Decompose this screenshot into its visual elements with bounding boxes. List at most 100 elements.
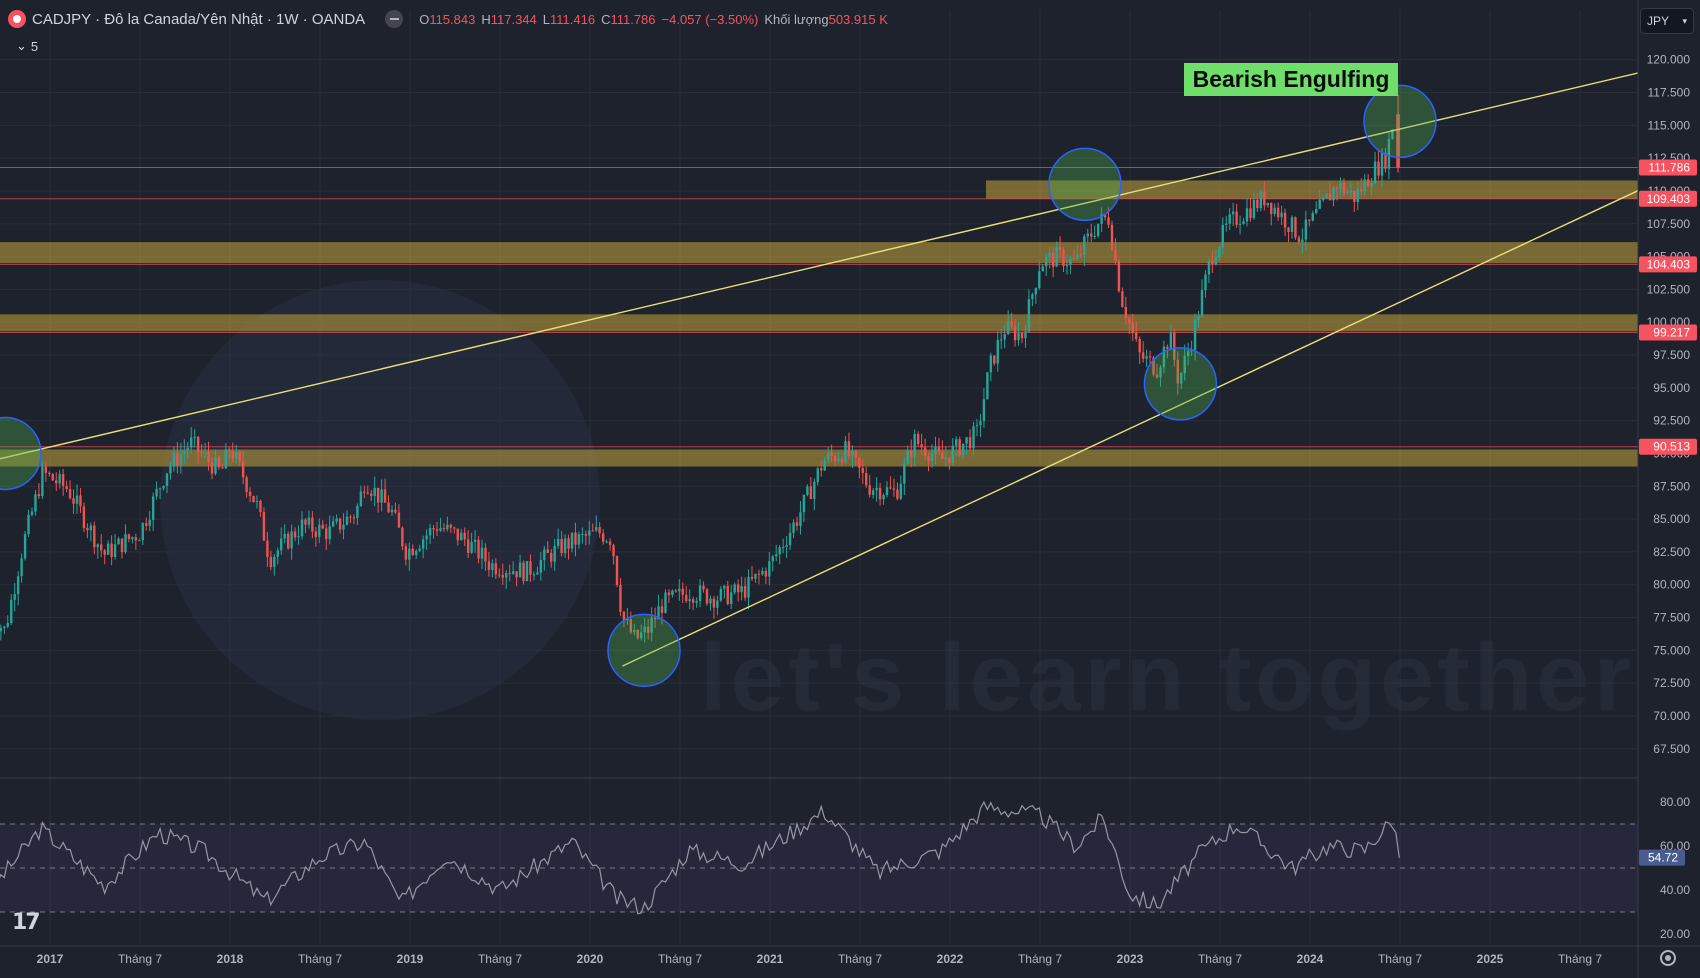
candle-body (660, 606, 664, 613)
candle-body (1062, 249, 1065, 267)
candle-body (1197, 316, 1200, 320)
y-tick-label: 92.500 (1653, 414, 1690, 428)
candle-body (1231, 211, 1235, 215)
settings-gear-icon[interactable] (1660, 950, 1676, 966)
highlight-circle (1363, 84, 1437, 159)
candle-body (1093, 235, 1096, 237)
candle-body (480, 547, 484, 559)
candle-body (79, 495, 82, 507)
chart-canvas[interactable]: let's learn together 120.000 117.500 115.00… (0, 0, 1700, 978)
symbol-logo-icon[interactable] (8, 10, 26, 28)
candle-body (1166, 346, 1169, 349)
candle-body (1301, 239, 1304, 242)
candle-body (1041, 266, 1044, 272)
candle-body (106, 543, 110, 555)
candle-body (854, 450, 858, 458)
candle-body (41, 466, 44, 497)
candle-body (830, 452, 833, 456)
candle-body (37, 494, 41, 497)
candle-body (681, 588, 684, 595)
candle-body (875, 487, 878, 491)
candle-body (910, 450, 913, 457)
symbol-title[interactable]: CADJPY · Đô la Canada/Yên Nhật · 1W · OA… (32, 11, 365, 28)
candle-body (1221, 224, 1224, 248)
candle-body (221, 467, 224, 469)
candle-body (318, 524, 321, 537)
candle-body (113, 544, 117, 558)
candle-body (955, 439, 958, 446)
candle-body (851, 450, 854, 457)
candle-body (588, 530, 591, 536)
candle-body (252, 496, 255, 502)
candle-body (771, 556, 774, 562)
candle-body (529, 561, 532, 575)
candle-body (934, 446, 937, 454)
candle-body (1308, 219, 1311, 221)
x-tick-label: Tháng 7 (838, 952, 882, 966)
candle-body (1017, 333, 1020, 341)
candle-body (1335, 187, 1339, 190)
candle-body (1342, 182, 1346, 194)
candle-body (892, 488, 896, 490)
candle-body (1055, 246, 1058, 267)
candle-body (1051, 253, 1055, 267)
x-tick-label: Tháng 7 (1378, 952, 1422, 966)
tradingview-logo[interactable]: 17 (12, 910, 41, 935)
candle-body (761, 570, 764, 575)
candle-body (1121, 291, 1124, 307)
candle-body (1249, 208, 1252, 219)
candle-body (328, 526, 331, 540)
candle-body (858, 457, 861, 468)
highlight-circle (1143, 347, 1218, 421)
candle-body (1069, 258, 1072, 265)
y-tick-label: 82.500 (1653, 545, 1690, 559)
candle-body (359, 491, 363, 506)
candle-body (200, 451, 203, 453)
candle-body (131, 537, 134, 540)
candle-body (823, 459, 826, 471)
rsi-tick-label: 20.00 (1660, 927, 1690, 941)
candle-body (186, 447, 189, 451)
support-resistance-zone (0, 242, 1670, 264)
candle-body (563, 538, 567, 554)
candle-body (335, 518, 338, 522)
candle-body (567, 538, 570, 549)
watermark-logo (160, 280, 600, 720)
candle-body (1259, 191, 1263, 209)
indicators-toggle-button[interactable]: ⌄ 5 (10, 36, 44, 56)
collapse-legend-icon[interactable] (385, 10, 404, 28)
candle-body (1328, 193, 1332, 201)
candle-body (927, 455, 930, 462)
candle-body (1027, 299, 1031, 332)
candle-body (1214, 257, 1218, 265)
candle-body (1006, 321, 1010, 335)
candle-body (605, 541, 608, 543)
candle-body (86, 527, 89, 531)
x-tick-label: Tháng 7 (1198, 952, 1242, 966)
candle-body (141, 523, 144, 541)
y-tick-label: 107.500 (1647, 217, 1691, 231)
annotation-bearish-engulfing[interactable]: Bearish Engulfing (1184, 63, 1398, 96)
candle-body (1266, 202, 1269, 206)
candle-body (207, 452, 210, 463)
candle-body (169, 466, 172, 474)
rsi-tick-label: 80.00 (1660, 795, 1690, 809)
x-tick-label: 2020 (577, 952, 604, 966)
candle-body (307, 517, 311, 525)
candle-body (1304, 219, 1308, 240)
candle-body (678, 588, 681, 592)
y-tick-label: 75.000 (1653, 643, 1690, 657)
candle-body (951, 445, 954, 463)
candle-body (1339, 182, 1342, 190)
x-tick-label: Tháng 7 (1018, 952, 1062, 966)
candle-body (473, 539, 477, 542)
candle-body (1332, 187, 1335, 201)
candle-body (536, 572, 539, 575)
candle-body (75, 495, 79, 504)
price-label: 109.403 (1647, 192, 1691, 206)
candle-body (1321, 197, 1325, 200)
x-tick-label: 2018 (217, 952, 244, 966)
currency-select[interactable]: JPY ▾ (1640, 8, 1694, 34)
candle-body (1366, 179, 1370, 187)
candle-body (449, 524, 453, 528)
